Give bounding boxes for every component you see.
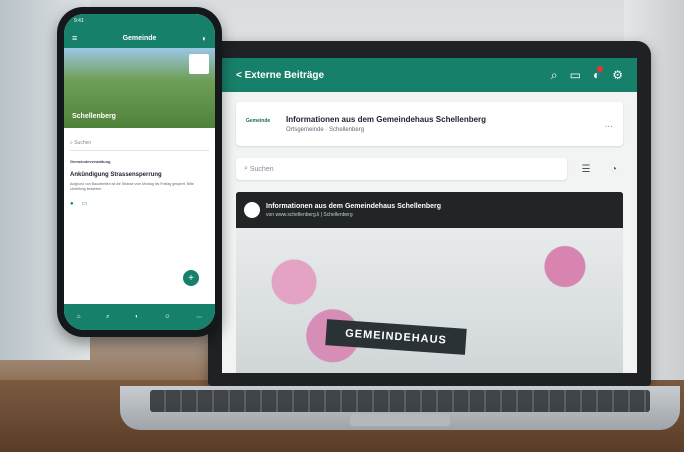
status-bar: 9:41 (64, 14, 215, 28)
post-actions: ● ▭ (64, 192, 215, 215)
phone-header: ≡ Gemeinde ◐ (64, 28, 215, 48)
settings-icon[interactable]: ⚙ (612, 68, 623, 83)
source-text: Informationen aus dem Gemeindehaus Schel… (286, 115, 486, 133)
search-input[interactable]: ⌕ Suchen (70, 136, 209, 151)
search-row: ⌕ Suchen ☰ ◔ (236, 158, 623, 180)
post-title: Informationen aus dem Gemeindehaus Schel… (266, 202, 442, 210)
comment-icon[interactable]: ▭ (82, 200, 88, 207)
search-placeholder: Suchen (249, 165, 274, 173)
source-row[interactable]: Gemeindeverwaltung (64, 155, 215, 168)
more-icon[interactable]: ⋯ (196, 314, 202, 321)
home-icon[interactable]: ⌂ (77, 314, 81, 320)
source-title: Informationen aus dem Gemeindehaus Schel… (286, 115, 487, 124)
feed-content: Gemeinde Informationen aus dem Gemeindeh… (222, 92, 637, 373)
app-title: < Externe Beiträge (236, 69, 325, 81)
search-icon[interactable]: ⌕ (106, 314, 109, 321)
keyboard (150, 390, 650, 412)
post-card[interactable]: Informationen aus dem Gemeindehaus Schel… (236, 192, 623, 373)
like-icon[interactable]: ● (70, 201, 74, 207)
bell-icon[interactable]: ◐ (593, 65, 604, 83)
post-text: Aufgrund von Bauarbeiten ist die Strasse… (70, 182, 194, 191)
post-title: Ankündigung Strassensperrung (70, 172, 162, 178)
phone-title: Gemeinde (122, 34, 157, 42)
search-placeholder: Suchen (74, 140, 92, 146)
bell-icon[interactable]: ◐ (202, 34, 207, 43)
phone-banner: Schellenberg (64, 48, 215, 128)
search-input[interactable]: ⌕ Suchen (236, 158, 567, 180)
source-subtitle: Ortsgemeinde · Schellenberg (286, 127, 365, 133)
avatar (244, 202, 260, 218)
post-subtitle: von www.schellenberg.li | Schellenberg (266, 211, 353, 218)
menu-icon[interactable]: ≡ (72, 33, 77, 43)
app-bar: < Externe Beiträge ⌕ ▭ ◐ ⚙ (222, 58, 637, 92)
source-name: Gemeindeverwaltung (70, 159, 111, 164)
bell-icon[interactable]: ◐ (135, 314, 139, 320)
source-logo: Gemeinde (246, 118, 271, 124)
rss-icon[interactable]: ◔ (605, 160, 623, 178)
chat-icon[interactable]: ▭ (570, 68, 581, 83)
search-icon[interactable]: ⌕ (551, 68, 558, 83)
filter-icon[interactable]: ☰ (577, 160, 595, 178)
user-icon[interactable]: ☺ (164, 314, 170, 320)
bottom-nav: ⌂ ⌕ ◐ ☺ ⋯ (64, 304, 215, 330)
logo (189, 54, 209, 74)
image-sign: GEMEINDEHAUS (325, 319, 467, 355)
add-button[interactable]: + (183, 270, 199, 286)
banner-label: Schellenberg (72, 113, 116, 120)
post-image: GEMEINDEHAUS (236, 228, 623, 373)
source-card[interactable]: Gemeinde Informationen aus dem Gemeindeh… (236, 102, 623, 146)
trackpad (350, 414, 450, 426)
phone-screen: 9:41 ≡ Gemeinde ◐ Schellenberg ⌕ Suchen … (64, 14, 215, 330)
post-header: Informationen aus dem Gemeindehaus Schel… (236, 192, 623, 228)
toolbar-icons: ⌕ ▭ ◐ ⚙ (551, 65, 623, 83)
post-meta: Informationen aus dem Gemeindehaus Schel… (266, 203, 441, 218)
laptop-screen: < Externe Beiträge ⌕ ▭ ◐ ⚙ Gemeinde Info… (222, 58, 637, 373)
more-icon[interactable]: ... (605, 119, 613, 130)
